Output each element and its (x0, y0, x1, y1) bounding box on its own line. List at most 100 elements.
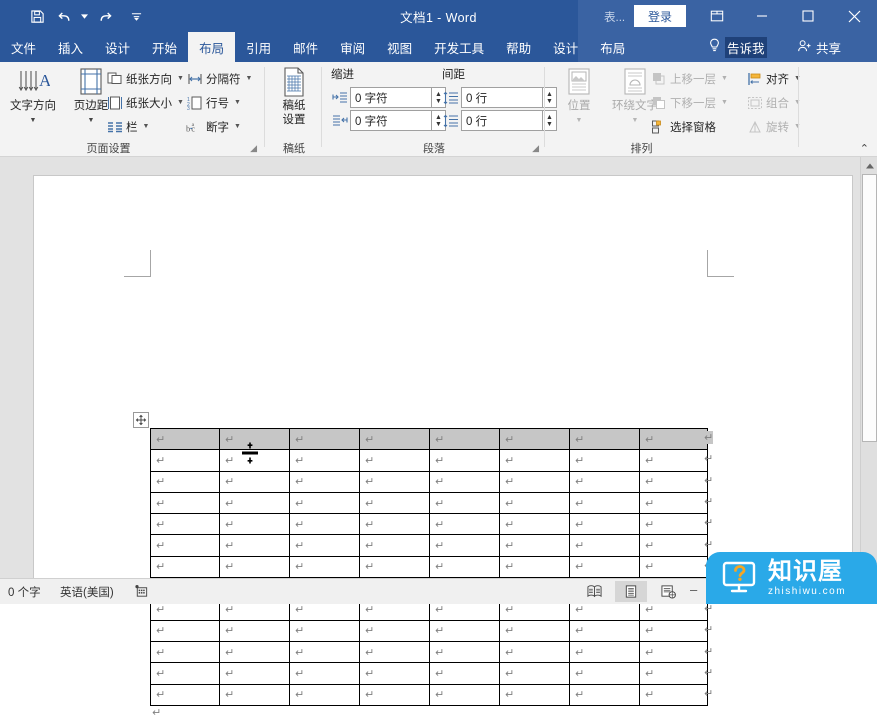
table-cell[interactable]: ↵ (569, 491, 640, 515)
table-cell[interactable]: ↵ (499, 619, 570, 642)
zoom-out-button[interactable]: – (690, 582, 697, 597)
tab-layout[interactable]: 布局 (188, 32, 236, 62)
view-read-mode[interactable] (578, 581, 610, 602)
table-cell[interactable]: ↵ (569, 470, 640, 493)
share-button[interactable]: 共享 (797, 32, 841, 62)
table-cell[interactable]: ↵ (219, 470, 290, 493)
tab-home[interactable]: 开始 (141, 32, 188, 62)
table-cell[interactable]: ↵ (150, 491, 220, 515)
view-web-layout[interactable] (652, 581, 684, 602)
orientation-button[interactable]: 纸张方向 ▼ (106, 68, 184, 89)
table-cell[interactable]: ↵ (639, 619, 708, 642)
table-cell[interactable]: ↵ (359, 619, 430, 642)
table-cell[interactable]: ↵ (429, 449, 500, 472)
language-indicator[interactable]: 英语(美国) (60, 579, 114, 604)
table-cell[interactable]: ↵ (569, 427, 640, 451)
table-cell[interactable]: ↵ (289, 491, 360, 515)
align-button[interactable]: 对齐 ▼ (746, 68, 801, 89)
chevron-down-icon[interactable]: ▼ (177, 75, 184, 82)
table-cell[interactable]: ↵ (359, 640, 430, 664)
indent-right-field[interactable]: 0 字符 ▲ ▼ (331, 110, 446, 131)
table-cell[interactable]: ↵ (569, 534, 640, 557)
table-cell[interactable]: ↵ (289, 683, 360, 706)
table-cell[interactable]: ↵ (499, 491, 570, 515)
tab-file[interactable]: 文件 (0, 32, 47, 62)
vertical-scrollbar[interactable] (860, 157, 877, 578)
close-button[interactable] (831, 0, 877, 32)
table-cell[interactable]: ↵ (289, 640, 360, 664)
chevron-down-icon[interactable]: ▼ (143, 123, 150, 130)
chevron-down-icon[interactable]: ▼ (234, 99, 241, 106)
group-button[interactable]: 组合 ▼ (746, 92, 801, 113)
table-row[interactable]: ↵ ↵ ↵ ↵ ↵ ↵ ↵ ↵ (150, 470, 708, 493)
table-row[interactable]: ↵ ↵ ↵ ↵ ↵ ↵ ↵ ↵ (150, 449, 708, 472)
collapse-ribbon-button[interactable]: ⌃ (860, 142, 869, 155)
table-row[interactable]: ↵ ↵ ↵ ↵ ↵ ↵ ↵ ↵ (150, 534, 708, 557)
maximize-button[interactable] (785, 0, 831, 32)
chevron-down-icon[interactable]: ▼ (177, 99, 184, 106)
table-cell[interactable]: ↵ (499, 513, 570, 536)
indent-left-value[interactable]: 0 字符 (350, 87, 432, 108)
table-cell[interactable]: ↵ (150, 683, 220, 706)
table-cell[interactable]: ↵ (359, 470, 430, 493)
tab-table-design[interactable]: 设计 (542, 32, 589, 62)
table-cell[interactable]: ↵ (219, 534, 290, 557)
table-cell[interactable]: ↵ (359, 449, 430, 472)
table-cell[interactable]: ↵ (289, 513, 360, 536)
spacing-after-value[interactable]: 0 行 (461, 110, 543, 131)
bring-forward-button[interactable]: 上移一层 ▼ (650, 68, 728, 89)
manuscript-settings-button[interactable]: 稿纸 设置 (267, 65, 321, 137)
chevron-down-icon[interactable]: ▼ (246, 75, 253, 82)
table-cell[interactable]: ↵ (150, 534, 220, 557)
table-cell[interactable]: ↵ (289, 619, 360, 642)
breaks-button[interactable]: 分隔符 ▼ (186, 68, 252, 89)
table-cell[interactable]: ↵ (429, 640, 500, 664)
table-cell[interactable]: ↵ (499, 683, 570, 706)
table-move-handle-icon[interactable] (133, 412, 149, 428)
table-cell[interactable]: ↵ (150, 449, 220, 472)
line-numbers-button[interactable]: 123 行号 ▼ (186, 92, 241, 113)
table-cell[interactable]: ↵ (219, 619, 290, 642)
tell-me-box[interactable]: 告诉我 (708, 32, 767, 62)
table-cell[interactable]: ↵ (499, 470, 570, 493)
table-cell[interactable]: ↵ (639, 513, 708, 536)
table-cell[interactable]: ↵ (429, 662, 500, 685)
table-cell[interactable]: ↵ (429, 619, 500, 642)
table-row[interactable]: ↵ ↵ ↵ ↵ ↵ ↵ ↵ ↵ (150, 662, 708, 685)
table-cell[interactable]: ↵ (150, 619, 220, 642)
table-cell[interactable]: ↵ (639, 662, 708, 685)
table-row[interactable]: ↵ ↵ ↵ ↵ ↵ ↵ ↵ ↵ (150, 683, 708, 706)
table-cell[interactable]: ↵ (639, 683, 708, 706)
sign-in-button[interactable]: 登录 (634, 5, 686, 27)
chevron-down-icon[interactable]: ▼ (234, 123, 241, 130)
table-row[interactable]: ↵ ↵ ↵ ↵ ↵ ↵ ↵ ↵ (150, 619, 708, 642)
table-cell[interactable]: ↵ (219, 662, 290, 685)
table-cell[interactable]: ↵ (150, 662, 220, 685)
table-cell[interactable]: ↵ (359, 513, 430, 536)
table-cell[interactable]: ↵ (499, 555, 570, 579)
view-print-layout[interactable] (615, 581, 647, 602)
table-cell[interactable]: ↵ (359, 491, 430, 515)
spacing-before-field[interactable]: 0 行 ▲ ▼ (442, 87, 557, 108)
tab-mailings[interactable]: 邮件 (282, 32, 329, 62)
table-cell[interactable]: ↵ (359, 534, 430, 557)
table-cell[interactable]: ↵ (639, 491, 708, 515)
table-row[interactable]: ↵ ↵ ↵ ↵ ↵ ↵ ↵ ↵ (150, 427, 708, 451)
table-cell[interactable]: ↵ (219, 640, 290, 664)
minimize-button[interactable] (739, 0, 785, 32)
table-cell[interactable]: ↵ (429, 534, 500, 557)
chevron-down-icon[interactable]: ▼ (30, 114, 37, 127)
table-cell[interactable]: ↵ (359, 662, 430, 685)
table-cell[interactable]: ↵ (499, 449, 570, 472)
scroll-up-button[interactable] (861, 157, 877, 174)
undo-dropdown-icon[interactable] (80, 3, 89, 29)
table-row[interactable]: ↵ ↵ ↵ ↵ ↵ ↵ ↵ ↵ (150, 513, 708, 536)
table-cell[interactable]: ↵ (569, 683, 640, 706)
chevron-down-icon[interactable]: ▼ (88, 114, 95, 127)
tab-table-layout[interactable]: 布局 (589, 32, 636, 62)
table-cell[interactable]: ↵ (569, 555, 640, 579)
table-cell[interactable]: ↵ (429, 683, 500, 706)
table-cell[interactable]: ↵ (219, 555, 290, 579)
table-cell[interactable]: ↵ (639, 555, 708, 579)
table-cell[interactable]: ↵ (499, 640, 570, 664)
